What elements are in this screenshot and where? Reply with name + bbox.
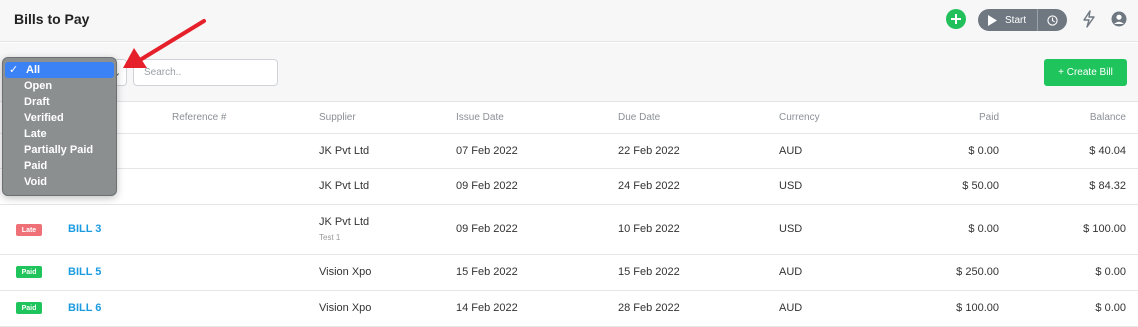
start-label: Start bbox=[1005, 14, 1027, 26]
table-row[interactable]: Paid BILL 6 Vision Xpo 14 Feb 2022 28 Fe… bbox=[0, 291, 1138, 327]
paid-cell: $ 0.00 bbox=[968, 223, 999, 235]
timer-control: Start bbox=[978, 9, 1067, 31]
status-option-open[interactable]: Open bbox=[5, 78, 114, 94]
quick-actions-button[interactable] bbox=[1082, 10, 1096, 33]
issue-date-cell: 15 Feb 2022 bbox=[456, 266, 518, 278]
column-header-issue-date[interactable]: Issue Date bbox=[456, 112, 504, 123]
bill-link[interactable]: BILL 3 bbox=[68, 223, 101, 235]
currency-cell: USD bbox=[779, 223, 803, 235]
user-avatar-icon bbox=[1111, 11, 1127, 27]
status-option-draft[interactable]: Draft bbox=[5, 94, 114, 110]
status-badge-paid: Paid bbox=[16, 266, 42, 278]
column-header-currency[interactable]: Currency bbox=[779, 112, 820, 123]
status-badge-late: Late bbox=[16, 224, 42, 236]
paid-cell: $ 100.00 bbox=[956, 302, 999, 314]
due-date-cell: 28 Feb 2022 bbox=[618, 302, 680, 314]
status-option-all[interactable]: ✓ All bbox=[5, 62, 114, 78]
supplier-cell: Vision Xpo bbox=[319, 266, 372, 278]
plus-icon bbox=[951, 14, 961, 24]
bill-link[interactable]: BILL 5 bbox=[68, 266, 101, 278]
lightning-bolt-icon bbox=[1083, 10, 1095, 28]
column-header-supplier[interactable]: Supplier bbox=[319, 112, 356, 123]
paid-cell: $ 50.00 bbox=[962, 180, 999, 192]
supplier-cell: Vision Xpo bbox=[319, 302, 372, 314]
checkmark-icon: ✓ bbox=[9, 64, 19, 76]
issue-date-cell: 09 Feb 2022 bbox=[456, 180, 518, 192]
due-date-cell: 15 Feb 2022 bbox=[618, 266, 680, 278]
status-option-verified[interactable]: Verified bbox=[5, 110, 114, 126]
column-header-paid[interactable]: Paid bbox=[979, 112, 999, 123]
supplier-note: Test 1 bbox=[319, 233, 341, 242]
supplier-cell: JK Pvt Ltd bbox=[319, 145, 370, 157]
supplier-cell: JK Pvt Ltd bbox=[319, 180, 370, 192]
table-row[interactable]: JK Pvt Ltd 07 Feb 2022 22 Feb 2022 AUD $… bbox=[0, 134, 1138, 169]
start-timer-button[interactable]: Start bbox=[978, 9, 1037, 31]
due-date-cell: 24 Feb 2022 bbox=[618, 180, 680, 192]
clock-icon bbox=[1047, 14, 1058, 26]
balance-cell: $ 100.00 bbox=[1083, 223, 1126, 235]
currency-cell: AUD bbox=[779, 266, 803, 278]
page-title: Bills to Pay bbox=[14, 11, 90, 27]
column-header-reference[interactable]: Reference # bbox=[172, 112, 226, 123]
play-icon bbox=[988, 14, 997, 26]
issue-date-cell: 07 Feb 2022 bbox=[456, 145, 518, 157]
balance-cell: $ 84.32 bbox=[1089, 180, 1126, 192]
currency-cell: AUD bbox=[779, 145, 803, 157]
status-option-late[interactable]: Late bbox=[5, 126, 114, 142]
bill-link[interactable]: BILL 6 bbox=[68, 302, 101, 314]
annotation-arrow-icon bbox=[123, 19, 206, 68]
due-date-cell: 10 Feb 2022 bbox=[618, 223, 680, 235]
timer-history-button[interactable] bbox=[1038, 9, 1067, 31]
due-date-cell: 22 Feb 2022 bbox=[618, 145, 680, 157]
status-badge-paid: Paid bbox=[16, 302, 42, 314]
create-bill-button[interactable]: + Create Bill bbox=[1044, 59, 1127, 86]
quick-add-button[interactable] bbox=[946, 9, 966, 29]
table-row[interactable]: Late BILL 3 JK Pvt Ltd Test 1 09 Feb 202… bbox=[0, 205, 1138, 255]
currency-cell: USD bbox=[779, 180, 803, 192]
currency-cell: AUD bbox=[779, 302, 803, 314]
user-menu-button[interactable] bbox=[1111, 11, 1127, 32]
supplier-cell: JK Pvt Ltd bbox=[319, 216, 370, 228]
status-option-label: All bbox=[26, 64, 41, 76]
balance-cell: $ 0.00 bbox=[1095, 266, 1126, 278]
column-header-due-date[interactable]: Due Date bbox=[618, 112, 660, 123]
column-header-balance[interactable]: Balance bbox=[1090, 112, 1126, 123]
table-row[interactable]: Paid BILL 5 Vision Xpo 15 Feb 2022 15 Fe… bbox=[0, 255, 1138, 291]
table-row[interactable]: JK Pvt Ltd 09 Feb 2022 24 Feb 2022 USD $… bbox=[0, 169, 1138, 205]
paid-cell: $ 0.00 bbox=[968, 145, 999, 157]
status-dropdown-menu: ✓ All Open Draft Verified Late Partially… bbox=[2, 57, 117, 196]
issue-date-cell: 14 Feb 2022 bbox=[456, 302, 518, 314]
status-option-void[interactable]: Void bbox=[5, 174, 114, 190]
issue-date-cell: 09 Feb 2022 bbox=[456, 223, 518, 235]
balance-cell: $ 40.04 bbox=[1089, 145, 1126, 157]
paid-cell: $ 250.00 bbox=[956, 266, 999, 278]
status-option-paid[interactable]: Paid bbox=[5, 158, 114, 174]
status-option-partially-paid[interactable]: Partially Paid bbox=[5, 142, 114, 158]
balance-cell: $ 0.00 bbox=[1095, 302, 1126, 314]
